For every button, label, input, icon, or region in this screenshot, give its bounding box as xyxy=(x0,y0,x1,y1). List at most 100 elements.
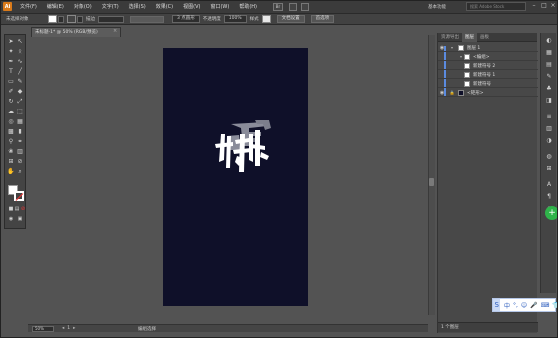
graphic-style-swatch[interactable] xyxy=(261,15,271,23)
stock-icon[interactable] xyxy=(301,2,309,11)
layer-row[interactable]: ◉ 🔒 <矩形> xyxy=(438,89,538,97)
preferences-button[interactable]: 首选项 xyxy=(310,15,335,23)
brush-profile-dropdown[interactable]: 3 点圆形 xyxy=(172,15,200,23)
selection-icon[interactable]: ➤ xyxy=(7,38,15,46)
layer-row[interactable]: 新建符号 1 xyxy=(438,71,538,79)
stroke-panel-icon[interactable]: ≡ xyxy=(545,113,553,121)
type-icon[interactable]: T xyxy=(7,68,15,76)
ime-logo-icon[interactable]: S xyxy=(493,299,501,311)
chevron-down-icon[interactable]: ▾ xyxy=(446,54,464,59)
direct-selection-icon[interactable]: ↖ xyxy=(16,38,24,46)
menu-edit[interactable]: 编辑(E) xyxy=(47,3,64,10)
layer-name[interactable]: 新建符号 1 xyxy=(473,72,495,78)
magic-wand-icon[interactable]: ✦ xyxy=(7,48,15,56)
maximize-icon[interactable]: □ xyxy=(540,2,548,10)
layer-name[interactable]: 新建符号 xyxy=(473,81,491,87)
symbol-sprayer-icon[interactable]: ❀ xyxy=(7,148,15,156)
vertical-scrollbar[interactable] xyxy=(428,35,435,315)
draw-mode-icon[interactable]: ◉ xyxy=(7,215,15,223)
layer-name[interactable]: 图层 1 xyxy=(467,45,480,51)
pencil-icon[interactable]: ✐ xyxy=(7,88,15,96)
menu-effect[interactable]: 效果(C) xyxy=(156,3,173,10)
color-panel-icon[interactable]: ◐ xyxy=(545,37,553,45)
graph-icon[interactable]: ▥ xyxy=(16,148,24,156)
close-window-icon[interactable]: × xyxy=(549,2,557,10)
slice-icon[interactable]: ⊘ xyxy=(16,158,24,166)
chevron-down-icon[interactable]: ▾ xyxy=(446,45,458,50)
line-icon[interactable]: ╱ xyxy=(16,68,24,76)
page-prev-icon[interactable]: ◂ xyxy=(62,326,64,331)
appearance-icon[interactable]: ◍ xyxy=(545,153,553,161)
menu-window[interactable]: 窗口(W) xyxy=(210,3,229,10)
bridge-icon[interactable]: Br xyxy=(273,2,283,11)
pen-icon[interactable]: ✒ xyxy=(7,58,15,66)
menu-help[interactable]: 帮助(H) xyxy=(239,3,257,10)
curvature-icon[interactable]: ∿ xyxy=(16,58,24,66)
variable-width-field[interactable] xyxy=(130,15,164,23)
menu-select[interactable]: 选择(S) xyxy=(129,3,146,10)
document-setup-button[interactable]: 文档设置 xyxy=(276,15,305,23)
gradient-panel-icon[interactable]: ▥ xyxy=(545,125,553,133)
brushes-icon[interactable]: ✎ xyxy=(545,73,553,81)
graphic-styles-icon[interactable]: ◨ xyxy=(545,97,553,105)
lasso-icon[interactable]: ᛟ xyxy=(16,48,24,56)
rotate-icon[interactable]: ↻ xyxy=(7,98,15,106)
hand-icon[interactable]: ✋ xyxy=(7,168,15,176)
menu-view[interactable]: 视图(V) xyxy=(183,3,200,10)
artwork-glyph[interactable] xyxy=(213,116,281,178)
screen-mode-icon[interactable]: ▣ xyxy=(16,215,24,223)
page-next-icon[interactable]: ▸ xyxy=(73,326,75,331)
stroke-color-swatch[interactable] xyxy=(67,15,76,23)
gradient-icon[interactable]: ▮ xyxy=(16,128,24,136)
stock-search-input[interactable]: 搜索 Adobe Stock xyxy=(466,2,526,11)
tab-layers[interactable]: 图层 xyxy=(462,32,477,42)
shape-builder-icon[interactable]: ◎ xyxy=(7,118,15,126)
layer-row[interactable]: 新建符号 xyxy=(438,80,538,88)
layer-name[interactable]: <编组> xyxy=(473,54,490,60)
scale-icon[interactable]: ⤢ xyxy=(16,98,24,106)
lock-icon[interactable]: 🔒 xyxy=(446,90,458,95)
ime-emoji-icon[interactable]: ☺ xyxy=(521,302,527,309)
zoom-icon[interactable]: ⌕ xyxy=(16,168,24,176)
rectangle-icon[interactable]: ▭ xyxy=(7,78,15,86)
zoom-level-field[interactable]: 50% xyxy=(32,325,54,332)
layer-row[interactable]: ◉ ▾ 图层 1 xyxy=(438,44,538,52)
perspective-icon[interactable]: ▦ xyxy=(16,118,24,126)
layer-name[interactable]: <矩形> xyxy=(467,90,484,96)
character-icon[interactable]: A xyxy=(545,181,553,189)
arrange-documents-icon[interactable] xyxy=(289,2,297,11)
ime-voice-icon[interactable]: 🎤 xyxy=(530,302,537,309)
fill-color-swatch[interactable] xyxy=(48,15,57,23)
mesh-icon[interactable]: ▩ xyxy=(7,128,15,136)
menu-object[interactable]: 对象(O) xyxy=(74,3,92,10)
layer-row[interactable]: 新建符号 2 xyxy=(438,62,538,70)
swatches-icon[interactable]: ▤ xyxy=(545,61,553,69)
artboard-icon[interactable]: ⊞ xyxy=(7,158,15,166)
brush-icon[interactable]: ✎ xyxy=(16,78,24,86)
eyedropper-icon[interactable]: ⚲ xyxy=(7,138,15,146)
tab-artboards[interactable]: 画板 xyxy=(477,33,492,42)
document-tab[interactable]: 未标题-1* @ 50% (RGB/预览) xyxy=(31,27,121,37)
stroke-swatch[interactable] xyxy=(14,191,24,201)
opacity-field[interactable]: 100% xyxy=(223,15,247,23)
layer-name[interactable]: 新建符号 2 xyxy=(473,63,495,69)
eye-icon[interactable]: ◉ xyxy=(438,45,446,51)
close-tab-icon[interactable]: × xyxy=(113,28,117,34)
menu-type[interactable]: 文字(T) xyxy=(102,3,119,10)
ime-keyboard-icon[interactable]: ⌨ xyxy=(541,302,550,309)
vertical-scroll-thumb[interactable] xyxy=(429,178,434,186)
none-mode-icon[interactable]: ⊘ xyxy=(19,205,27,213)
ime-chinese-mode[interactable]: 中 xyxy=(504,301,510,310)
minimize-icon[interactable]: – xyxy=(530,2,538,10)
plus-icon[interactable]: + xyxy=(545,206,558,220)
warp-icon[interactable]: ☁ xyxy=(7,108,15,116)
paragraph-icon[interactable]: ¶ xyxy=(545,193,553,201)
free-transform-icon[interactable]: ⬚ xyxy=(16,108,24,116)
stroke-dropdown[interactable] xyxy=(77,15,83,23)
tab-asset-export[interactable]: 资源导出 xyxy=(438,33,462,42)
align-icon[interactable]: ⊞ xyxy=(545,165,553,173)
menu-file[interactable]: 文件(F) xyxy=(20,3,37,10)
fill-dropdown[interactable] xyxy=(58,15,64,23)
blend-icon[interactable]: ⚭ xyxy=(16,138,24,146)
transparency-icon[interactable]: ◑ xyxy=(545,137,553,145)
